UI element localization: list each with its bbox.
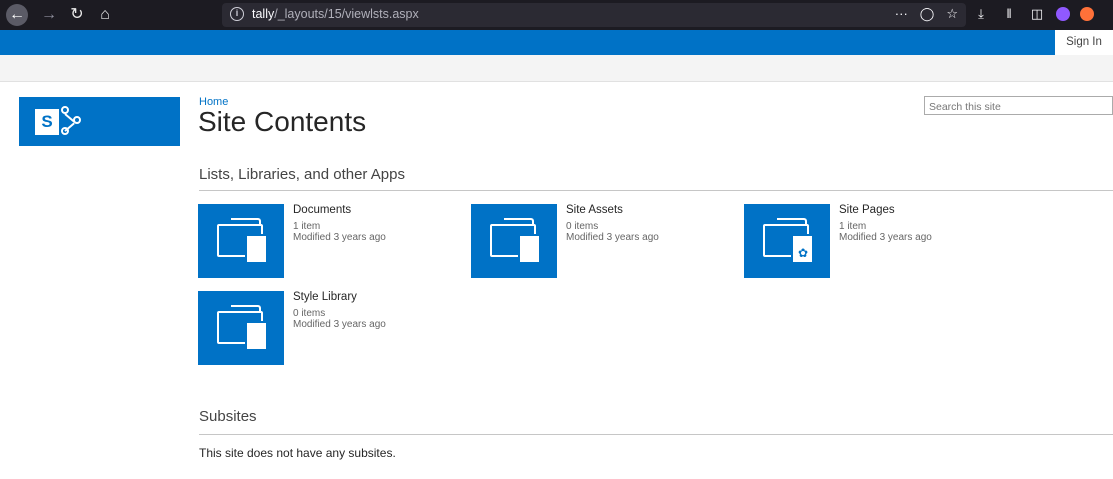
search-box[interactable] xyxy=(924,96,1113,116)
sign-in-link[interactable]: Sign In xyxy=(1055,30,1113,55)
forward-arrow-icon[interactable]: → xyxy=(38,4,60,26)
no-subsites-message: This site does not have any subsites. xyxy=(199,446,396,460)
tile-item-count: 0 items xyxy=(566,221,599,232)
url-actions: ··· ◯ ☆ xyxy=(895,6,958,22)
document-library-icon[interactable] xyxy=(471,204,557,278)
document-sheet xyxy=(245,234,268,264)
browser-toolbar: ← → ↻ ⌂ i tally/_layouts/15/viewlsts.asp… xyxy=(0,0,1113,30)
section-divider xyxy=(199,190,1113,191)
document-library-icon[interactable] xyxy=(198,291,284,365)
tile-modified: Modified 3 years ago xyxy=(293,232,386,243)
subsites-section-heading: Subsites xyxy=(199,408,257,425)
sharepoint-s-icon: S xyxy=(35,109,59,135)
apps-section-heading: Lists, Libraries, and other Apps xyxy=(199,166,405,183)
browser-toolbar-icons: ⤓ ‖ ◫ xyxy=(972,6,1094,22)
bookmark-star-icon[interactable]: ☆ xyxy=(946,6,958,22)
home-icon[interactable]: ⌂ xyxy=(94,4,116,26)
search-input[interactable] xyxy=(925,98,1105,116)
document-library-icon[interactable] xyxy=(198,204,284,278)
pocket-icon[interactable]: ◯ xyxy=(920,6,935,22)
wiki-gear-icon: ✿ xyxy=(797,246,809,260)
downloads-icon[interactable]: ⤓ xyxy=(972,6,990,22)
tile-modified: Modified 3 years ago xyxy=(566,232,659,243)
page-actions-menu-icon[interactable]: ··· xyxy=(895,6,908,22)
section-divider xyxy=(199,434,1113,435)
wiki-page-library-icon[interactable]: ✿ xyxy=(744,204,830,278)
library-icon[interactable]: ‖ xyxy=(1000,6,1018,22)
tile-title[interactable]: Site Pages xyxy=(839,204,895,216)
tile-modified: Modified 3 years ago xyxy=(293,319,386,330)
extension-icon[interactable] xyxy=(1080,7,1094,21)
back-arrow-icon[interactable]: ← xyxy=(6,4,28,26)
address-bar[interactable]: i tally/_layouts/15/viewlsts.aspx ··· ◯ … xyxy=(222,3,966,27)
account-icon[interactable] xyxy=(1056,7,1070,21)
site-info-icon[interactable]: i xyxy=(230,7,244,21)
tile-item-count: 1 item xyxy=(839,221,867,232)
suite-bar xyxy=(0,30,1113,55)
sharepoint-logo[interactable]: S xyxy=(19,97,180,146)
document-sheet: ✿ xyxy=(791,234,814,264)
url-host: tally xyxy=(252,7,275,21)
ribbon-bar xyxy=(0,55,1113,82)
url-path: /_layouts/15/viewlsts.aspx xyxy=(274,7,419,21)
tile-title[interactable]: Site Assets xyxy=(566,204,623,216)
document-sheet xyxy=(245,321,268,351)
tile-item-count: 1 item xyxy=(293,221,321,232)
url-text[interactable]: tally/_layouts/15/viewlsts.aspx xyxy=(252,7,419,21)
tile-modified: Modified 3 years ago xyxy=(839,232,932,243)
page-title: Site Contents xyxy=(198,106,367,137)
sidebar-icon[interactable]: ◫ xyxy=(1028,6,1046,22)
tile-title[interactable]: Style Library xyxy=(293,291,357,303)
logo-link-line xyxy=(64,122,75,132)
reload-icon[interactable]: ↻ xyxy=(66,4,88,26)
document-sheet xyxy=(518,234,541,264)
tile-item-count: 0 items xyxy=(293,308,326,319)
tile-title[interactable]: Documents xyxy=(293,204,351,216)
